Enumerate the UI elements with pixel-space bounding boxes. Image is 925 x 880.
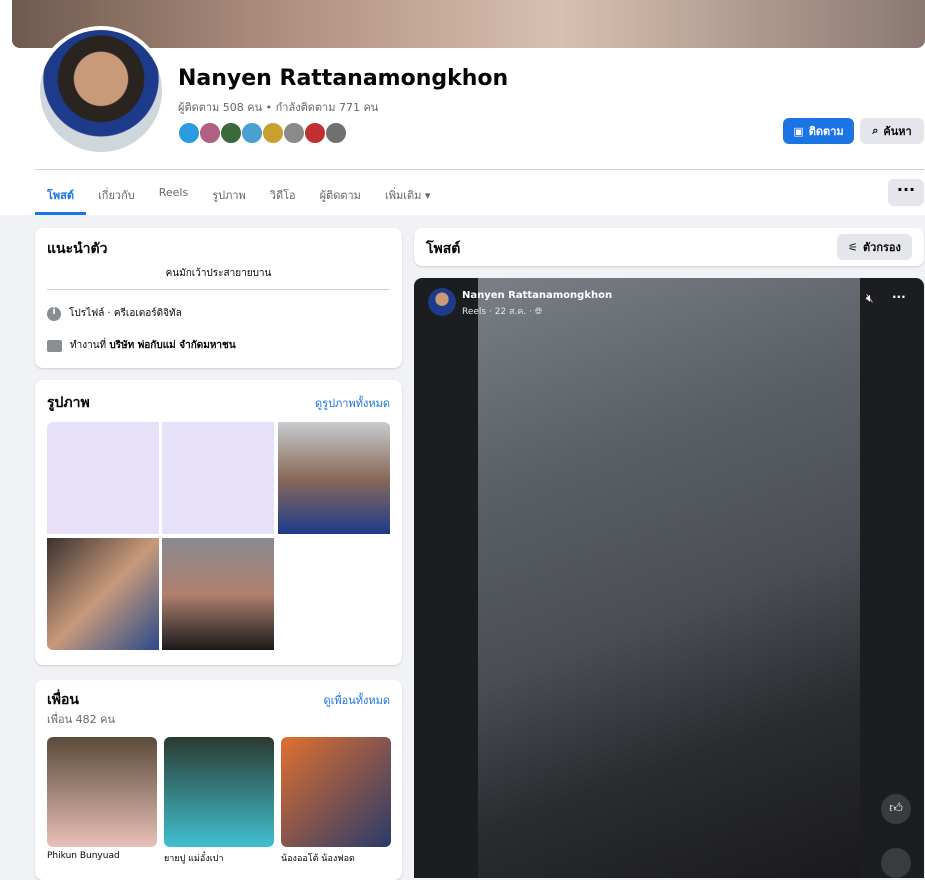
friend-name[interactable]: ยายปู แม่อั๋งเปา	[164, 851, 224, 865]
info-icon: i	[47, 306, 61, 321]
tab-more[interactable]: เพิ่มเติม ▾	[373, 180, 442, 215]
intro-title: แนะนำตัว	[47, 241, 108, 257]
follow-label: ติดตาม	[808, 125, 844, 138]
post-meta-text[interactable]: Reels · 22 ส.ค. ·	[462, 307, 535, 317]
intro-item-work: ทำงานที่ บริษัท พ่อกับแม่ จำกัดมหาชน	[47, 338, 236, 353]
more-options-button[interactable]: ···	[888, 179, 924, 206]
cover-photo[interactable]	[12, 0, 925, 48]
tab-videos[interactable]: วิดีโอ	[258, 180, 308, 215]
tab-reels[interactable]: Reels	[147, 180, 200, 215]
profile-avatar[interactable]	[36, 26, 166, 156]
avatar[interactable]	[220, 122, 242, 144]
photo-thumbnail[interactable]	[162, 422, 274, 534]
search-icon: ⌕	[872, 124, 879, 137]
friend-photo[interactable]	[164, 737, 274, 847]
author-avatar[interactable]	[428, 288, 456, 316]
filter-icon: ⚟	[848, 240, 858, 254]
search-button[interactable]: ⌕ ค้นหา	[860, 118, 924, 144]
reel-video[interactable]	[478, 278, 860, 878]
post-more-icon[interactable]: ···	[892, 290, 906, 304]
photo-thumbnail[interactable]	[278, 422, 390, 534]
photo-thumbnail[interactable]	[47, 422, 159, 534]
avatar[interactable]	[325, 122, 347, 144]
avatar[interactable]	[241, 122, 263, 144]
friend-photo[interactable]	[47, 737, 157, 847]
avatar[interactable]	[199, 122, 221, 144]
photos-card: รูปภาพ ดูรูปภาพทั้งหมด	[35, 380, 402, 665]
profile-tabs: โพสต์ เกี่ยวกับ Reels รูปภาพ วิดีโอ ผู้ต…	[35, 180, 442, 215]
tab-posts[interactable]: โพสต์	[35, 180, 87, 215]
avatar[interactable]	[178, 122, 200, 144]
photo-thumbnail[interactable]	[162, 538, 274, 650]
like-icon[interactable]: 👍︎	[881, 794, 911, 824]
filter-button[interactable]: ⚟ ตัวกรอง	[837, 234, 912, 260]
see-all-friends-link[interactable]: ดูเพื่อนทั้งหมด	[323, 691, 390, 709]
reel-post: Nanyen Rattanamongkhon Reels · 22 ส.ค. ·…	[414, 278, 924, 878]
friends-card: เพื่อน ดูเพื่อนทั้งหมด เพื่อน 482 คน Phi…	[35, 680, 402, 880]
divider	[35, 169, 924, 170]
avatar[interactable]	[304, 122, 326, 144]
intro-card: แนะนำตัว คนมักเว้าประสายายบาน i โปรไฟล์ ·…	[35, 228, 402, 368]
posts-title: โพสต์	[426, 241, 461, 257]
briefcase-icon	[47, 339, 62, 352]
work-company[interactable]: บริษัท พ่อกับแม่ จำกัดมหาชน	[109, 340, 235, 351]
caret-down-icon: ▾	[424, 189, 431, 202]
intro-bio: คนมักเว้าประสายายบาน	[165, 268, 272, 279]
follow-button[interactable]: ▣ ติดตาม	[783, 118, 854, 144]
mute-icon[interactable]: 🔇︎	[866, 291, 874, 306]
post-author[interactable]: Nanyen Rattanamongkhon	[462, 290, 612, 301]
divider	[47, 289, 390, 290]
follow-stats[interactable]: ผู้ติดตาม 508 คน • กำลังติดตาม 771 คน	[178, 98, 378, 116]
comment-icon[interactable]	[881, 848, 911, 878]
search-label: ค้นหา	[883, 125, 912, 138]
follow-icon: ▣	[793, 124, 804, 138]
avatar[interactable]	[262, 122, 284, 144]
filter-label: ตัวกรอง	[863, 241, 901, 254]
tab-more-label: เพิ่มเติม	[384, 189, 422, 202]
see-all-photos-link[interactable]: ดูรูปภาพทั้งหมด	[315, 394, 390, 412]
posts-header: โพสต์ ⚟ ตัวกรอง	[414, 228, 924, 266]
post-meta: Reels · 22 ส.ค. · 🌐︎	[462, 304, 542, 318]
friend-photo[interactable]	[281, 737, 391, 847]
friend-name[interactable]: Phikun Bunyuad	[47, 851, 120, 861]
work-prefix: ทำงานที่	[70, 340, 110, 351]
follower-avatars	[178, 122, 347, 144]
tab-photos[interactable]: รูปภาพ	[200, 180, 258, 215]
friends-count: เพื่อน 482 คน	[47, 713, 116, 726]
profile-name: Nanyen Rattanamongkhon	[178, 66, 509, 91]
avatar[interactable]	[283, 122, 305, 144]
friend-name[interactable]: น้องออโต้ น้องฟอด	[281, 851, 355, 865]
intro-item-profile: i โปรไฟล์ · ครีเอเตอร์ดิจิทัล	[47, 306, 182, 321]
photos-title: รูปภาพ	[47, 395, 90, 411]
photo-thumbnail[interactable]	[47, 538, 159, 650]
tab-followers[interactable]: ผู้ติดตาม	[308, 180, 373, 215]
tab-about[interactable]: เกี่ยวกับ	[86, 180, 147, 215]
globe-icon: 🌐︎	[534, 307, 543, 317]
friends-title: เพื่อน	[47, 692, 79, 708]
intro-item-label: โปรไฟล์ · ครีเอเตอร์ดิจิทัล	[69, 308, 182, 319]
